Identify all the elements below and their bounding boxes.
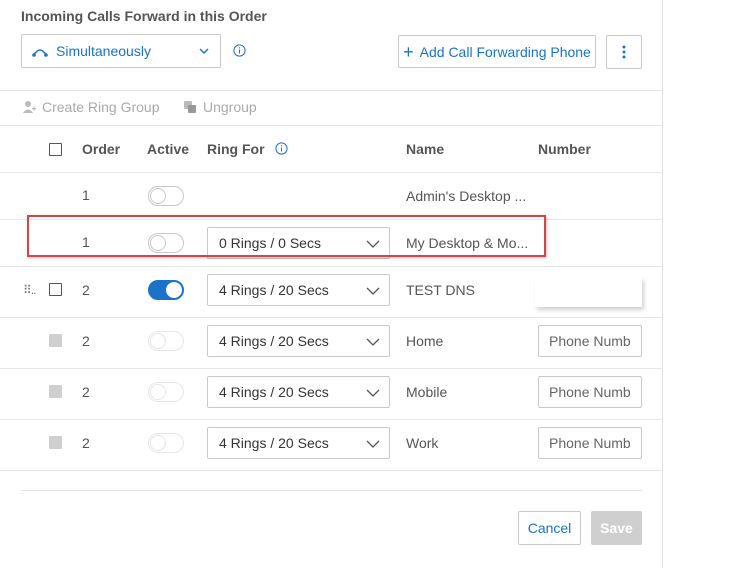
order-cell: 2 xyxy=(82,435,90,451)
order-cell: 2 xyxy=(82,282,90,298)
cancel-button[interactable]: Cancel xyxy=(518,511,581,545)
add-button-label: Add Call Forwarding Phone xyxy=(419,43,591,60)
divider xyxy=(0,419,662,420)
chevron-down-icon xyxy=(366,338,380,346)
column-header-order[interactable]: Order xyxy=(82,141,120,157)
toggle-knob xyxy=(150,333,166,349)
row-checkbox[interactable] xyxy=(49,283,62,296)
ungroup-label: Ungroup xyxy=(203,99,257,115)
add-call-forwarding-phone-button[interactable]: + Add Call Forwarding Phone xyxy=(398,35,596,68)
phone-number-input[interactable] xyxy=(538,325,642,357)
name-cell: Admin's Desktop ... xyxy=(406,188,527,204)
column-header-active[interactable]: Active xyxy=(147,141,189,157)
divider xyxy=(0,266,662,267)
info-icon[interactable] xyxy=(233,44,246,57)
drag-handle-icon[interactable]: ⠿.. xyxy=(23,283,37,297)
ring-for-select[interactable]: 4 Rings / 20 Secs xyxy=(207,427,390,459)
ring-for-value: 4 Rings / 20 Secs xyxy=(219,333,329,349)
ungroup-icon xyxy=(184,101,196,113)
simultaneous-ring-icon xyxy=(32,49,48,57)
row-checkbox xyxy=(49,385,62,398)
active-toggle[interactable] xyxy=(148,382,184,402)
phone-number-input[interactable] xyxy=(538,376,642,408)
order-cell: 1 xyxy=(82,187,90,203)
toggle-knob xyxy=(150,435,166,451)
plus-icon: + xyxy=(403,41,414,62)
ring-for-select[interactable]: 4 Rings / 20 Secs xyxy=(207,325,390,357)
order-cell: 2 xyxy=(82,384,90,400)
save-button[interactable]: Save xyxy=(591,511,642,545)
number-cell xyxy=(535,277,642,307)
active-toggle[interactable] xyxy=(148,331,184,351)
section-title: Incoming Calls Forward in this Order xyxy=(21,8,267,24)
active-toggle[interactable] xyxy=(148,433,184,453)
active-toggle[interactable] xyxy=(148,280,184,300)
ring-for-value: 4 Rings / 20 Secs xyxy=(219,384,329,400)
create-ring-group-button[interactable]: Create Ring Group xyxy=(22,99,160,115)
name-cell: Mobile xyxy=(406,384,448,400)
chevron-down-icon xyxy=(366,440,380,448)
info-icon[interactable] xyxy=(275,142,288,155)
more-vertical-icon xyxy=(622,45,626,59)
call-forwarding-panel: Incoming Calls Forward in this Order Sim… xyxy=(0,0,663,568)
ring-mode-value: Simultaneously xyxy=(56,43,151,59)
column-header-ring-for[interactable]: Ring For xyxy=(207,141,265,157)
toggle-knob xyxy=(166,282,182,298)
active-toggle[interactable] xyxy=(148,186,184,206)
name-cell: Home xyxy=(406,333,444,349)
column-header-name[interactable]: Name xyxy=(406,141,444,157)
user-group-icon xyxy=(23,101,36,113)
ring-for-value: 4 Rings / 20 Secs xyxy=(219,435,329,451)
create-ring-group-label: Create Ring Group xyxy=(42,99,160,115)
chevron-down-icon xyxy=(366,389,380,397)
chevron-down-icon xyxy=(366,287,380,295)
ring-for-select[interactable]: 4 Rings / 20 Secs xyxy=(207,376,390,408)
phone-number-input[interactable] xyxy=(538,427,642,459)
ring-mode-select[interactable]: Simultaneously xyxy=(21,34,221,68)
row-checkbox xyxy=(49,436,62,449)
footer-divider xyxy=(21,490,642,491)
name-cell: Work xyxy=(406,435,439,451)
ungroup-button[interactable]: Ungroup xyxy=(183,99,257,115)
toggle-knob xyxy=(150,188,166,204)
order-cell: 2 xyxy=(82,333,90,349)
toggle-knob xyxy=(150,384,166,400)
row-checkbox xyxy=(49,334,62,347)
name-cell: TEST DNS xyxy=(406,282,475,298)
highlight-box xyxy=(27,215,546,257)
column-header-number[interactable]: Number xyxy=(538,141,591,157)
chevron-down-icon xyxy=(199,48,209,54)
ring-for-value: 4 Rings / 20 Secs xyxy=(219,282,329,298)
select-all-checkbox[interactable] xyxy=(49,143,62,156)
divider xyxy=(0,470,662,471)
divider xyxy=(0,125,662,126)
divider xyxy=(0,317,662,318)
more-options-button[interactable] xyxy=(606,35,642,69)
ring-for-select[interactable]: 4 Rings / 20 Secs xyxy=(207,274,390,306)
divider xyxy=(0,90,662,91)
divider xyxy=(0,368,662,369)
divider xyxy=(0,172,662,173)
